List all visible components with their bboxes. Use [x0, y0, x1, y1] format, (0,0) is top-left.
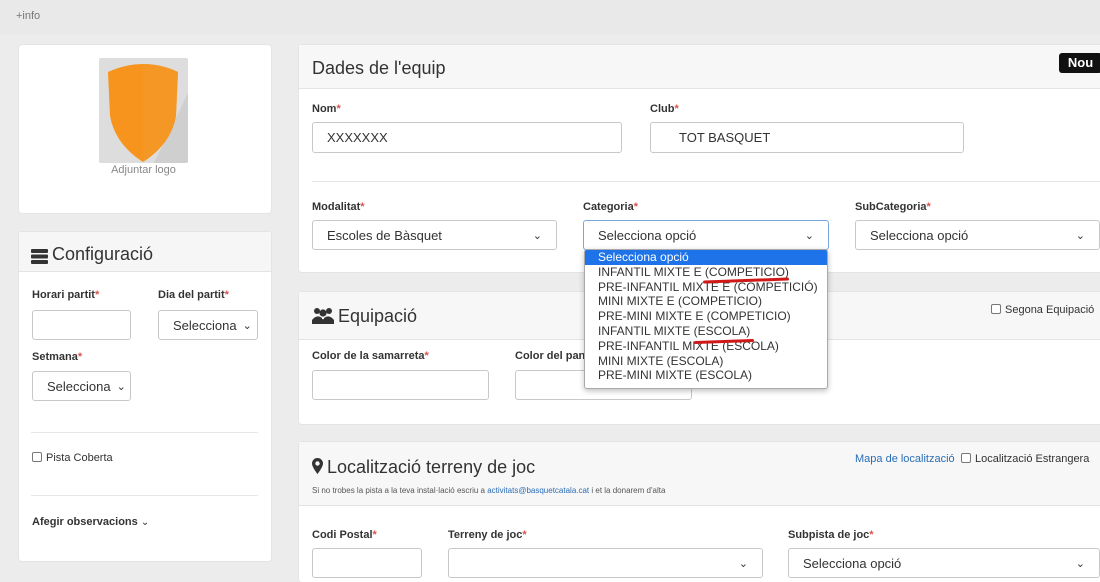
dia-select[interactable]: Selecciona ⌄: [158, 310, 258, 340]
club-label: Club*: [650, 103, 679, 115]
categoria-option[interactable]: PRE-MINI MIXTE (ESCOLA): [585, 368, 827, 383]
segona-equipacio-checkbox[interactable]: Segona Equipació: [991, 304, 1094, 316]
subcategoria-label: SubCategoria*: [855, 201, 931, 213]
observacions-toggle[interactable]: Afegir observacions ⌄: [32, 516, 149, 528]
config-divider: [31, 495, 258, 496]
chevron-down-icon: ⌄: [738, 557, 748, 570]
chevron-down-icon: ⌄: [242, 319, 252, 332]
categoria-select[interactable]: Selecciona opció ⌄: [583, 220, 829, 250]
info-link[interactable]: +info: [16, 10, 40, 22]
chevron-down-icon: ⌄: [140, 517, 150, 528]
horari-input[interactable]: [32, 310, 131, 340]
modalitat-select[interactable]: Escoles de Bàsquet ⌄: [312, 220, 557, 250]
club-input[interactable]: TOT BASQUET: [650, 122, 964, 153]
checkbox-icon: [961, 453, 971, 463]
codi-postal-label: Codi Postal*: [312, 529, 377, 541]
top-bar: [0, 0, 1100, 34]
horari-label: Horari partit*: [32, 289, 100, 301]
samarreta-color-input[interactable]: [312, 370, 489, 400]
categoria-option[interactable]: INFANTIL MIXTE (ESCOLA): [585, 324, 827, 339]
new-badge: Nou: [1059, 53, 1100, 73]
checkbox-icon: [32, 452, 42, 462]
terreny-label: Terreny de joc*: [448, 529, 527, 541]
chevron-down-icon: ⌄: [1075, 229, 1085, 242]
categoria-option[interactable]: MINI MIXTE (ESCOLA): [585, 354, 827, 369]
pista-coberta-checkbox[interactable]: Pista Coberta: [32, 452, 113, 464]
checkbox-icon: [991, 304, 1001, 314]
map-marker-icon: [312, 458, 323, 474]
subpista-label: Subpista de joc*: [788, 529, 874, 541]
chevron-down-icon: ⌄: [116, 380, 126, 393]
setmana-select[interactable]: Selecciona ⌄: [32, 371, 131, 401]
localitzacio-hint: Si no trobes la pista a la teva instal·l…: [312, 486, 666, 495]
localitzacio-title: Localització terreny de joc: [327, 457, 536, 477]
categoria-option[interactable]: PRE-MINI MIXTE E (COMPETICIO): [585, 309, 827, 324]
terreny-select[interactable]: ⌄: [448, 548, 763, 578]
dia-label: Dia del partit*: [158, 289, 229, 301]
categoria-option[interactable]: MINI MIXTE E (COMPETICIO): [585, 294, 827, 309]
chevron-down-icon: ⌄: [532, 229, 542, 242]
categoria-label: Categoria*: [583, 201, 639, 213]
categoria-option[interactable]: Selecciona opció: [585, 250, 827, 265]
logo-upload-area[interactable]: [99, 58, 188, 163]
users-icon: [312, 308, 334, 324]
codi-postal-input[interactable]: [312, 548, 422, 578]
server-icon: [31, 249, 48, 264]
subpista-select[interactable]: Selecciona opció ⌄: [788, 548, 1100, 578]
map-link[interactable]: Mapa de localització: [855, 453, 955, 465]
chevron-down-icon: ⌄: [804, 229, 814, 242]
subcategoria-select[interactable]: Selecciona opció ⌄: [855, 220, 1100, 250]
email-link[interactable]: activitats@basquetcatala.cat: [487, 486, 589, 495]
logo-upload-label[interactable]: Adjuntar logo: [99, 164, 188, 176]
shield-logo-icon: [108, 64, 188, 163]
config-title: Configuració: [52, 244, 154, 264]
nom-label: Nom*: [312, 103, 341, 115]
modalitat-label: Modalitat*: [312, 201, 365, 213]
team-divider: [312, 181, 1100, 182]
categoria-dropdown: Selecciona opció INFANTIL MIXTE E (COMPE…: [584, 249, 828, 389]
config-divider: [31, 432, 258, 433]
samarreta-label: Color de la samarreta*: [312, 350, 429, 362]
localitzacio-estrangera-checkbox[interactable]: Localització Estrangera: [961, 453, 1089, 465]
equipacio-title: Equipació: [338, 306, 418, 326]
chevron-down-icon: ⌄: [1075, 557, 1085, 570]
categoria-option[interactable]: INFANTIL MIXTE E (COMPETICIO): [585, 265, 827, 280]
setmana-label: Setmana*: [32, 351, 83, 363]
team-title: Dades de l'equip: [312, 58, 446, 78]
nom-input[interactable]: XXXXXXX: [312, 122, 622, 153]
